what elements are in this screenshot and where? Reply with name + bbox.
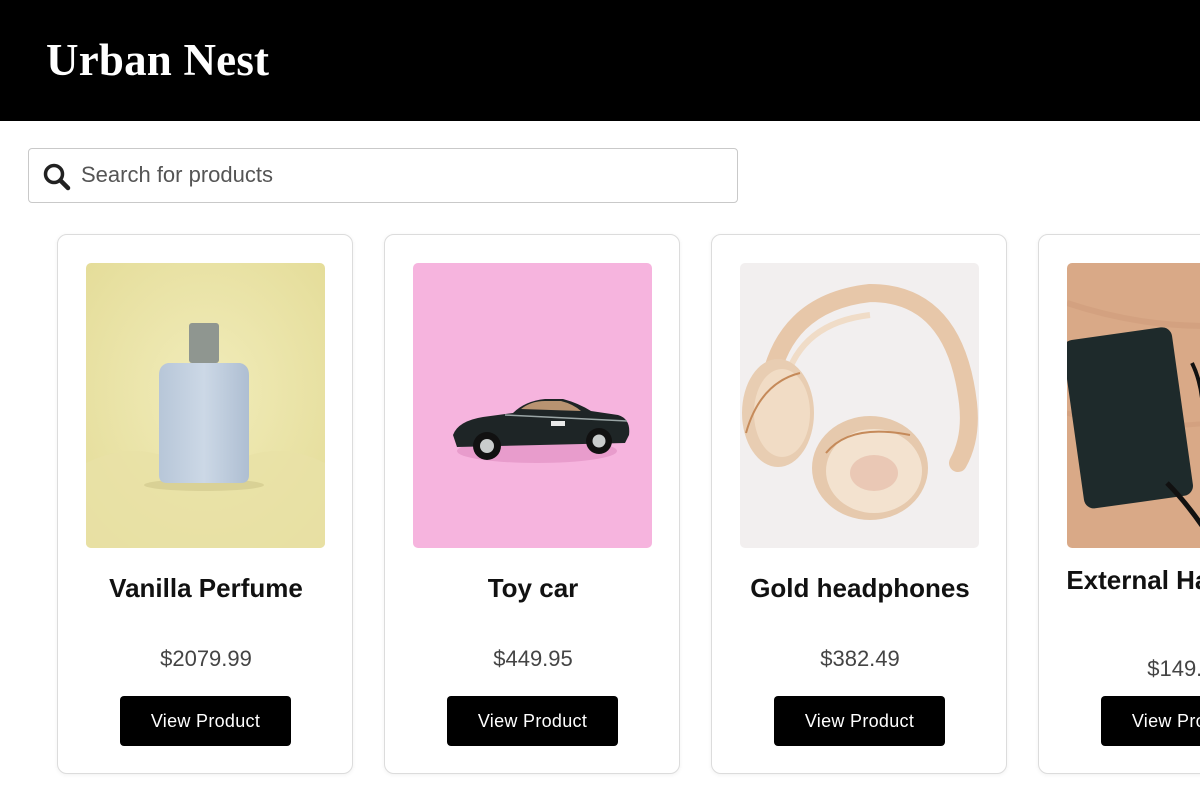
product-card[interactable]: Toy car $449.95 View Product	[384, 234, 680, 774]
search-input[interactable]	[79, 149, 731, 201]
product-price: $382.49	[820, 646, 900, 671]
product-name: Gold headphones	[750, 573, 970, 603]
product-card[interactable]: Gold headphones $382.49 View Product	[711, 234, 1007, 774]
toy-car-image[interactable]	[413, 263, 652, 548]
perfume-bottle-image[interactable]	[86, 263, 325, 548]
product-name: Vanilla Perfume	[109, 573, 303, 603]
view-product-button[interactable]: View Product	[120, 696, 291, 746]
search-icon	[42, 162, 72, 192]
product-card[interactable]: External Hard Drive $149.99 View Product	[1038, 234, 1200, 774]
hard-drive-image[interactable]	[1067, 263, 1200, 548]
product-price: $449.95	[493, 646, 573, 671]
brand-title: Urban Nest	[46, 35, 270, 85]
view-product-button[interactable]: View Product	[1101, 696, 1200, 746]
product-name: Toy car	[487, 573, 579, 603]
site-header: Urban Nest	[0, 0, 1200, 121]
view-product-button[interactable]: View Product	[447, 696, 618, 746]
product-price: $2079.99	[160, 646, 252, 671]
view-product-button[interactable]: View Product	[774, 696, 945, 746]
headphones-image[interactable]	[740, 263, 979, 548]
product-price: $149.99	[1147, 656, 1200, 681]
product-card[interactable]: Vanilla Perfume $2079.99 View Product	[57, 234, 353, 774]
page: Urban Nest Search for products Vanilla P…	[0, 0, 1200, 800]
product-name: External Hard Drive	[1066, 565, 1200, 595]
search-bar[interactable]	[28, 148, 738, 203]
